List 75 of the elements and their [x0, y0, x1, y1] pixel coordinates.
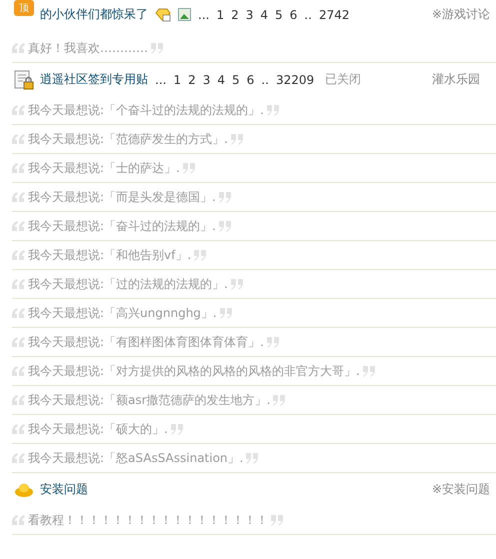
page-link[interactable]: 2742 [318, 8, 350, 22]
close-quote-icon [245, 452, 260, 464]
quote-text: 我今天最想说:「额asr撒范德萨的发生地方」. [28, 392, 270, 408]
close-quote-icon [270, 514, 284, 526]
quote-text: 我今天最想说:「奋斗过的法规的」. [28, 218, 216, 234]
forum-link[interactable]: 灌水乐园 [432, 71, 496, 88]
open-quote-icon [12, 307, 26, 319]
close-quote-icon [230, 278, 244, 290]
quote-text: 我今天最想说:「个奋斗过的法规的法规的」. [28, 102, 264, 118]
open-quote-icon [12, 336, 26, 348]
quote-text: 我今天最想说:「对方提供的风格的风格的风格的非官方大哥」. [28, 362, 360, 380]
close-quote-icon [182, 162, 196, 174]
forum-link[interactable]: ※安装问题 [432, 481, 496, 498]
close-quote-icon [266, 336, 280, 348]
close-quote-icon [218, 191, 232, 203]
quote-text: 我今天最想说:「有图样图体育图体育体育」. [28, 334, 264, 350]
open-quote-icon [12, 394, 26, 406]
close-quote-icon [266, 104, 280, 116]
locked-document-icon [14, 70, 34, 90]
page-link[interactable]: 5 [232, 72, 240, 86]
gem-icon [155, 8, 171, 22]
quote-text: 我今天最想说:「怒aSAsSAssination」. [28, 450, 244, 466]
open-quote-icon [12, 42, 26, 54]
page-link[interactable]: 3 [246, 8, 254, 22]
open-quote-icon [12, 104, 26, 116]
open-quote-icon [12, 162, 26, 174]
page-link[interactable]: 1 [173, 72, 182, 86]
page-link[interactable]: 2 [188, 72, 196, 86]
close-quote-icon [193, 249, 208, 261]
page-link[interactable]: 5 [275, 8, 283, 22]
open-quote-icon [12, 220, 26, 232]
close-quote-icon [218, 220, 232, 232]
ellipsis: .. [304, 8, 312, 22]
page-link[interactable]: 6 [290, 8, 298, 22]
close-quote-icon [218, 307, 233, 319]
thread-title-link[interactable]: 安装问题 [40, 481, 88, 498]
quote-text: 真好！我喜欢………… [28, 40, 148, 56]
page-link[interactable]: 32209 [276, 72, 314, 86]
open-quote-icon [12, 278, 26, 290]
image-icon [178, 8, 191, 21]
quote-text: 我今天最想说:「范德萨发生的方式」. [28, 130, 228, 148]
open-quote-icon [12, 514, 26, 526]
quote-text: 我今天最想说:「而是头发是德国」. [28, 188, 216, 206]
page-link[interactable]: 4 [217, 72, 226, 86]
open-quote-icon [12, 191, 26, 203]
close-quote-icon [272, 394, 286, 406]
ingot-icon [14, 482, 34, 498]
quote-text: 我今天最想说:「过的法规的法规的」. [28, 276, 228, 292]
ellipsis: ... [155, 72, 166, 86]
thread-title-link[interactable]: 逍遥社区签到专用贴 [40, 71, 148, 88]
quote-text: 我今天最想说:「硕大的」. [28, 420, 168, 438]
quote-text: 我今天最想说:「和他告别vf」. [28, 246, 192, 264]
page-link[interactable]: 2 [231, 8, 239, 22]
open-quote-icon [12, 249, 26, 261]
open-quote-icon [12, 133, 26, 145]
open-quote-icon [12, 452, 26, 464]
close-quote-icon [150, 42, 164, 54]
ellipsis: ... [198, 8, 210, 22]
status-label: 已关闭 [325, 71, 362, 88]
quote-text: 我今天最想说:「高兴ungnnghg」. [28, 304, 217, 322]
pinned-badge: 顶 [14, 0, 34, 16]
open-quote-icon [12, 365, 26, 377]
page-link[interactable]: 6 [246, 72, 254, 86]
thread-title-link[interactable]: 的小伙伴们都惊呆了 [40, 6, 148, 23]
page-link[interactable]: 4 [260, 8, 268, 22]
page-link[interactable]: 1 [216, 8, 224, 22]
close-quote-icon [170, 423, 184, 435]
ellipsis: .. [261, 72, 269, 86]
page-link[interactable]: 3 [202, 72, 210, 86]
open-quote-icon [12, 423, 26, 435]
quote-text: 看教程！！！！！！！！！！！！！！！！！ [28, 512, 268, 528]
forum-link[interactable]: ※游戏讨论 [432, 6, 496, 23]
close-quote-icon [230, 133, 244, 145]
quote-text: 我今天最想说:「士的萨达」. [28, 160, 180, 176]
close-quote-icon [362, 365, 376, 377]
